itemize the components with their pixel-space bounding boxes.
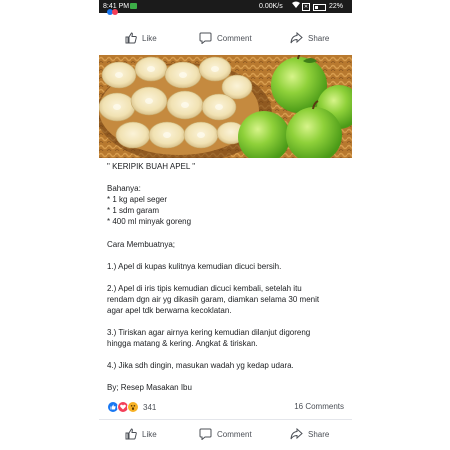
step-line: 2.) Apel di iris tipis kemudian dicuci k… [107,284,302,293]
ingredient-item: * 1 kg apel seger [107,195,168,204]
ingredients-heading: Bahanya: [107,184,141,193]
step-line: 3.) Tiriskan agar airnya kering kemudian… [107,328,311,337]
step-line: rendam dgn air yg dikasih garam, diamkan… [107,295,320,304]
ingredient-item: * 400 ml minyak goreng [107,217,192,226]
comment-icon [199,32,212,44]
step-line: agar apel tdk berwarna kecoklatan. [107,306,232,315]
reactions-summary[interactable]: 341 [107,401,156,413]
share-label: Share [308,33,330,43]
divider [99,419,352,420]
share-button-top[interactable]: Share [290,27,329,49]
phone-screen: 8:41 PM 0.00K/s ✕ 22% Like Comment Share… [99,0,352,450]
share-label: Share [308,429,330,439]
like-button[interactable]: Like [125,423,157,445]
like-button-top[interactable]: Like [125,27,157,49]
ingredient-item: * 1 sdm garam [107,206,160,215]
status-bar: 8:41 PM 0.00K/s ✕ 22% [99,0,352,13]
share-icon [290,32,303,44]
comments-count[interactable]: 16 Comments [294,401,344,413]
action-bar-top: Like Comment Share [99,27,352,49]
comment-label: Comment [217,429,252,439]
comment-button[interactable]: Comment [199,423,252,445]
battery-percent: 22% [329,3,344,10]
action-bar-bottom: Like Comment Share [99,423,352,445]
comment-label: Comment [217,33,252,43]
like-label: Like [142,429,157,439]
thumbs-up-icon [125,32,137,44]
post-title: " KERIPIK BUAH APEL " [107,162,196,171]
wow-reaction-icon [127,401,139,413]
like-label: Like [142,33,157,43]
wifi-icon [292,0,300,13]
share-icon [290,428,303,440]
reaction-count: 341 [143,402,157,412]
share-button[interactable]: Share [290,423,329,445]
love-reaction-icon [112,9,118,15]
notification-icon [130,3,137,9]
sim-icon: ✕ [302,3,310,11]
method-heading: Cara Membuatnya; [107,240,176,249]
previous-reactions-peek [107,9,119,15]
post-credit: By; Resep Masakan Ibu [107,383,192,392]
thumbs-up-icon [125,428,137,440]
comment-button-top[interactable]: Comment [199,27,252,49]
network-speed: 0.00K/s [259,3,283,10]
comment-icon [199,428,212,440]
step-line: hingga matang & kering. Angkat & tiriska… [107,339,258,348]
step-line: 4.) Jika sdh dingin, masukan wadah yg ke… [107,361,294,370]
post-photo[interactable] [99,55,352,158]
step-line: 1.) Apel di kupas kulitnya kemudian dicu… [107,262,282,271]
battery-icon [313,4,326,11]
